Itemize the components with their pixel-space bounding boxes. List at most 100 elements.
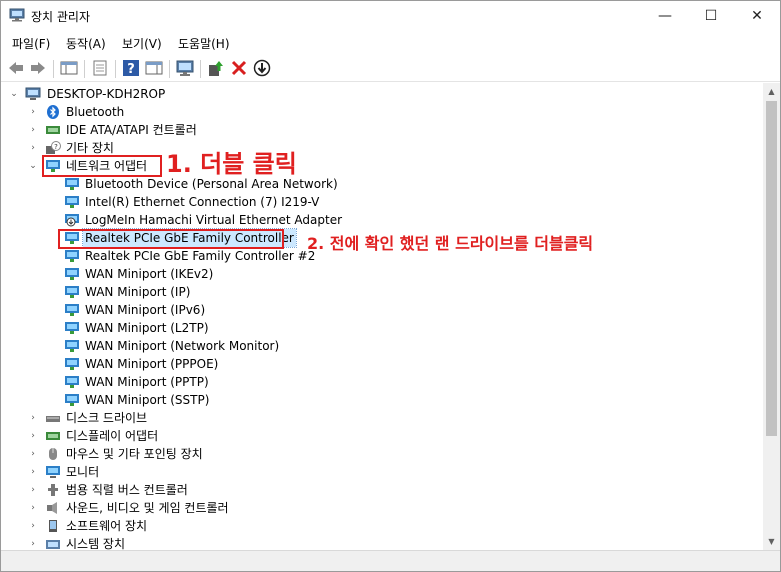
menu-help[interactable]: 도움말(H) bbox=[178, 35, 230, 52]
toolbar-separator bbox=[200, 60, 201, 78]
category-label: Bluetooth bbox=[66, 105, 125, 119]
tree-category-item[interactable]: › 소프트웨어 장치 bbox=[1, 517, 301, 535]
disk-drive-icon bbox=[46, 416, 60, 422]
menu-action[interactable]: 동작(A) bbox=[66, 35, 106, 52]
help-icon[interactable]: ? bbox=[121, 59, 141, 77]
mouse-icon bbox=[49, 448, 57, 460]
network-adapter-label: WAN Miniport (IPv6) bbox=[85, 303, 206, 317]
network-adapter-label: LogMeIn Hamachi Virtual Ethernet Adapter bbox=[85, 213, 343, 227]
ide-controller-icon bbox=[46, 126, 60, 134]
tree-category-item[interactable]: › 디스크 드라이브 bbox=[1, 409, 301, 427]
network-adapter-item[interactable]: WAN Miniport (L2TP) bbox=[1, 319, 331, 337]
tree-root[interactable]: ⌄ DESKTOP-KDH2ROP bbox=[1, 85, 301, 103]
network-adapter-item[interactable]: WAN Miniport (PPTP) bbox=[1, 373, 331, 391]
network-adapter-icon bbox=[65, 340, 79, 352]
computer-icon bbox=[25, 87, 41, 100]
menu-view[interactable]: 보기(V) bbox=[122, 35, 162, 52]
network-adapter-icon bbox=[65, 304, 79, 316]
expand-chevron-icon[interactable]: › bbox=[28, 535, 38, 550]
network-adapter-icon bbox=[65, 394, 79, 406]
expand-chevron-icon[interactable]: › bbox=[28, 139, 38, 157]
uninstall-x-icon[interactable] bbox=[229, 59, 249, 77]
scroll-down-icon[interactable]: ▼ bbox=[763, 533, 780, 550]
tree-category-bluetooth[interactable]: › Bluetooth bbox=[1, 103, 301, 121]
network-adapter-item[interactable]: WAN Miniport (Network Monitor) bbox=[1, 337, 331, 355]
network-adapter-icon bbox=[65, 376, 79, 388]
network-adapter-label: Intel(R) Ethernet Connection (7) I219-V bbox=[85, 195, 320, 209]
network-adapter-label: WAN Miniport (Network Monitor) bbox=[85, 339, 280, 353]
menu-file[interactable]: 파일(F) bbox=[12, 35, 50, 52]
network-adapter-icon bbox=[65, 286, 79, 298]
title-bar[interactable]: 장치 관리자 — ☐ ✕ bbox=[1, 1, 780, 31]
network-adapter-item[interactable]: WAN Miniport (SSTP) bbox=[1, 391, 331, 409]
tree-category-item[interactable]: › 모니터 bbox=[1, 463, 301, 481]
unknown-device-icon: ? bbox=[46, 141, 61, 154]
network-adapter-item[interactable]: LogMeIn Hamachi Virtual Ethernet Adapter bbox=[1, 211, 342, 229]
network-adapter-label: WAN Miniport (IKEv2) bbox=[85, 267, 214, 281]
expand-chevron-icon[interactable]: › bbox=[28, 463, 38, 481]
software-device-icon bbox=[49, 520, 57, 532]
tree-category-item[interactable]: › 마우스 및 기타 포인팅 장치 bbox=[1, 445, 301, 463]
network-adapter-icon bbox=[65, 178, 79, 190]
category-label: 디스크 드라이브 bbox=[66, 411, 148, 425]
update-driver-icon[interactable] bbox=[206, 59, 226, 77]
expand-chevron-icon[interactable]: › bbox=[28, 121, 38, 139]
toolbar: ? bbox=[1, 55, 780, 82]
back-arrow-icon[interactable] bbox=[6, 59, 26, 77]
network-adapter-item[interactable]: Intel(R) Ethernet Connection (7) I219-V bbox=[1, 193, 331, 211]
network-adapter-label: WAN Miniport (IP) bbox=[85, 285, 191, 299]
collapse-chevron-icon[interactable]: ⌄ bbox=[9, 85, 19, 103]
network-adapter-icon bbox=[65, 250, 79, 262]
expand-chevron-icon[interactable]: › bbox=[28, 499, 38, 517]
monitor-icon bbox=[46, 466, 60, 478]
expand-chevron-icon[interactable]: › bbox=[28, 445, 38, 463]
show-hide-console-tree-icon[interactable] bbox=[59, 59, 79, 77]
download-arrow-icon[interactable] bbox=[252, 59, 272, 77]
vertical-scrollbar[interactable]: ▲ ▼ bbox=[763, 83, 780, 550]
device-manager-window: 장치 관리자 — ☐ ✕ 파일(F) 동작(A) 보기(V) 도움말(H) ? … bbox=[0, 0, 781, 572]
maximize-button[interactable]: ☐ bbox=[688, 1, 734, 31]
toolbar-separator bbox=[115, 60, 116, 78]
expand-chevron-icon[interactable]: › bbox=[28, 427, 38, 445]
annotation-step-2: 2. 전에 확인 했던 랜 드라이브를 더블클릭 bbox=[307, 234, 594, 253]
collapse-chevron-icon[interactable]: ⌄ bbox=[28, 157, 38, 175]
expand-chevron-icon[interactable]: › bbox=[28, 481, 38, 499]
network-adapter-item[interactable]: WAN Miniport (IKEv2) bbox=[1, 265, 331, 283]
sound-icon bbox=[47, 502, 57, 514]
tree-category-item[interactable]: › 시스템 장치 bbox=[1, 535, 301, 550]
tree-category-item[interactable]: › 범용 직렬 버스 컨트롤러 bbox=[1, 481, 301, 499]
network-adapter-label: WAN Miniport (SSTP) bbox=[85, 393, 210, 407]
network-adapter-icon bbox=[65, 322, 79, 334]
menu-bar: 파일(F) 동작(A) 보기(V) 도움말(H) bbox=[1, 32, 780, 54]
system-device-icon bbox=[46, 540, 60, 549]
network-adapter-item[interactable]: WAN Miniport (PPPOE) bbox=[1, 355, 331, 373]
network-adapter-label: WAN Miniport (L2TP) bbox=[85, 321, 209, 335]
tree-category-ide[interactable]: › IDE ATA/ATAPI 컨트롤러 bbox=[1, 121, 301, 139]
bluetooth-icon bbox=[47, 105, 59, 119]
properties-icon[interactable] bbox=[90, 59, 110, 77]
network-adapter-item[interactable]: Realtek PCIe GbE Family Controller #2 bbox=[1, 247, 331, 265]
scroll-up-icon[interactable]: ▲ bbox=[763, 83, 780, 100]
scrollbar-thumb[interactable] bbox=[766, 101, 777, 436]
network-adapter-item[interactable]: WAN Miniport (IPv6) bbox=[1, 301, 331, 319]
action-pane-icon[interactable] bbox=[144, 59, 164, 77]
expand-chevron-icon[interactable]: › bbox=[28, 517, 38, 535]
scan-hardware-icon[interactable] bbox=[175, 59, 195, 77]
network-adapter-icon bbox=[65, 358, 79, 370]
network-adapter-item[interactable]: WAN Miniport (IP) bbox=[1, 283, 331, 301]
forward-arrow-icon[interactable] bbox=[28, 59, 48, 77]
annotation-box-network-adapter bbox=[42, 155, 162, 177]
toolbar-separator bbox=[84, 60, 85, 78]
status-bar bbox=[1, 550, 780, 571]
category-label: 시스템 장치 bbox=[66, 537, 126, 550]
expand-chevron-icon[interactable]: › bbox=[28, 409, 38, 427]
expand-chevron-icon[interactable]: › bbox=[28, 103, 38, 121]
network-adapter-label: WAN Miniport (PPTP) bbox=[85, 375, 209, 389]
usb-controller-icon bbox=[48, 484, 58, 496]
tree-category-item[interactable]: › 사운드, 비디오 및 게임 컨트롤러 bbox=[1, 499, 301, 517]
category-label: 디스플레이 어댑터 bbox=[66, 429, 159, 443]
tree-category-item[interactable]: › 디스플레이 어댑터 bbox=[1, 427, 301, 445]
svg-text:?: ? bbox=[54, 143, 58, 151]
minimize-button[interactable]: — bbox=[642, 1, 688, 31]
close-button[interactable]: ✕ bbox=[734, 1, 780, 31]
